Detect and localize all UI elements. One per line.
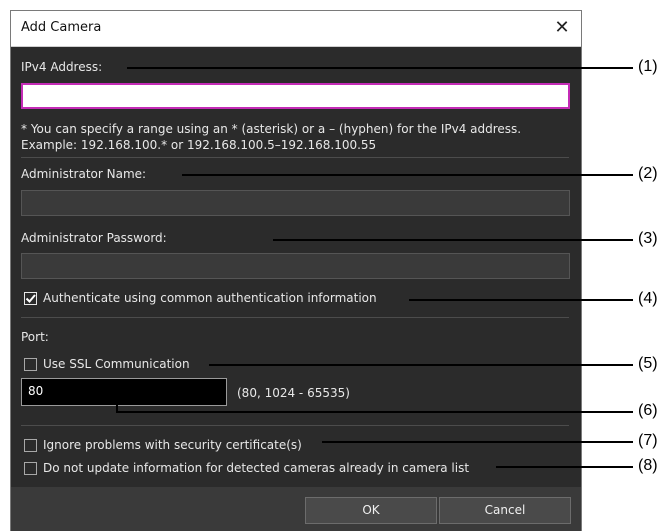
ignore-cert-checkbox[interactable] — [24, 439, 37, 452]
separator — [21, 317, 569, 318]
separator — [21, 425, 569, 426]
ok-button[interactable]: OK — [305, 497, 437, 524]
callout-line-6 — [118, 411, 633, 413]
ipv4-label: IPv4 Address: — [21, 60, 103, 74]
callout-4: (4) — [638, 290, 658, 307]
auth-common-label: Authenticate using common authentication… — [43, 291, 377, 305]
dialog-title: Add Camera — [21, 20, 102, 35]
dialog-footer: OK Cancel — [11, 487, 581, 531]
ssl-checkbox[interactable] — [24, 358, 37, 371]
callout-line-2 — [182, 174, 633, 176]
add-camera-dialog: Add Camera ✕ IPv4 Address: * You can spe… — [10, 10, 582, 531]
port-input[interactable]: 80 — [21, 378, 227, 406]
callout-2: (2) — [638, 165, 658, 182]
ssl-label: Use SSL Communication — [43, 357, 190, 371]
no-update-checkbox[interactable] — [24, 462, 37, 475]
port-label: Port: — [21, 330, 49, 344]
callout-8: (8) — [638, 457, 658, 474]
admin-password-label: Administrator Password: — [21, 231, 167, 245]
callout-5: (5) — [638, 355, 658, 372]
callout-3: (3) — [638, 230, 658, 247]
ipv4-note-line1: * You can specify a range using an * (as… — [21, 122, 522, 136]
check-icon — [25, 294, 36, 303]
no-update-label: Do not update information for detected c… — [43, 461, 470, 475]
callout-line-4 — [409, 299, 633, 301]
callout-6: (6) — [638, 402, 658, 419]
cancel-button[interactable]: Cancel — [439, 497, 571, 524]
callout-line-1 — [127, 67, 633, 69]
callout-line-7 — [322, 441, 633, 443]
callout-line-8 — [496, 466, 633, 468]
auth-common-checkbox[interactable] — [24, 292, 37, 305]
admin-name-label: Administrator Name: — [21, 167, 147, 181]
separator — [21, 157, 569, 158]
port-range-hint: (80, 1024 - 65535) — [237, 386, 350, 400]
ipv4-note-line2: Example: 192.168.100.* or 192.168.100.5–… — [21, 138, 377, 152]
title-bar: Add Camera ✕ — [11, 11, 581, 47]
admin-name-input[interactable] — [21, 190, 570, 216]
ignore-cert-label: Ignore problems with security certificat… — [43, 438, 302, 452]
callout-7: (7) — [638, 432, 658, 449]
admin-password-input[interactable] — [21, 253, 570, 279]
callout-line-6-vertical — [116, 400, 118, 413]
close-icon[interactable]: ✕ — [549, 15, 575, 41]
ipv4-address-input[interactable] — [21, 83, 570, 109]
callout-1: (1) — [638, 58, 658, 75]
callout-line-3 — [273, 239, 633, 241]
callout-line-5 — [209, 364, 633, 366]
